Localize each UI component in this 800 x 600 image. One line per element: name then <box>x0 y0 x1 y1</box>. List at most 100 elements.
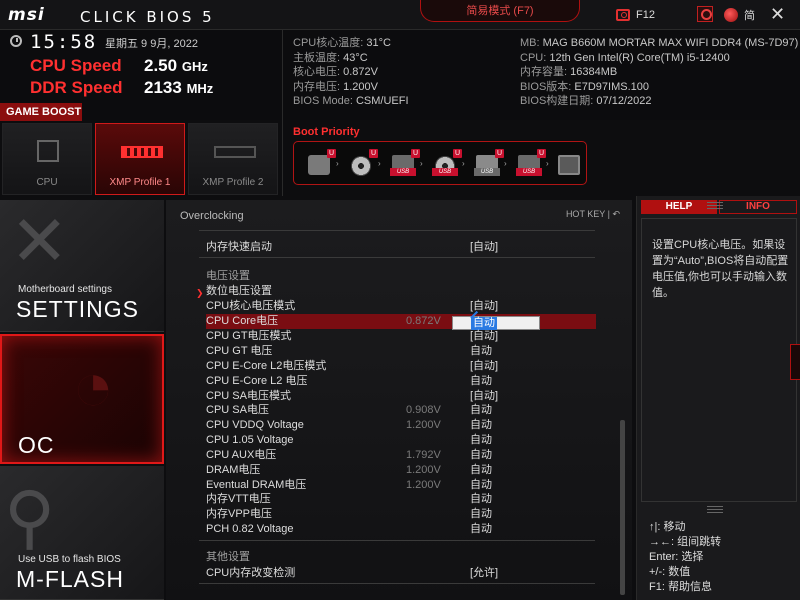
language-label: 简 <box>744 10 755 22</box>
setting-row[interactable]: CPU AUX电压 1.792V 自动 <box>206 448 596 463</box>
arrow-icon: › <box>336 159 339 168</box>
uefi-badge: U <box>327 149 336 158</box>
boot-priority-bar: U › U › USB U › USB U › USB U › USB U › <box>293 141 587 185</box>
memory-module-icon <box>214 146 256 158</box>
key-hint: ↑|: 移动 <box>649 521 686 533</box>
sysinfo-line: 内存容量: 16384MB <box>520 66 618 78</box>
language-button[interactable]: 简 <box>724 7 755 23</box>
nav-oc[interactable]: ◔ OC <box>0 334 164 464</box>
setting-row[interactable]: CPU核心电压模式 [自动] <box>206 299 596 314</box>
setting-row[interactable]: CPU GT 电压 自动 <box>206 344 596 359</box>
setting-row[interactable]: CPU SA电压 0.908V 自动 <box>206 403 596 418</box>
submenu-row[interactable]: 数位电压设置 <box>206 284 596 299</box>
key-hint: F1: 帮助信息 <box>649 581 712 593</box>
game-boost-xmp2[interactable]: XMP Profile 2 <box>188 123 278 195</box>
setting-row[interactable]: DRAM电压 1.200V 自动 <box>206 463 596 478</box>
status-area: 15:58 星期五 9 9月, 2022 CPU Speed 2.50 GHz … <box>0 30 800 196</box>
ddr-speed-label: DDR Speed <box>30 78 123 97</box>
bios-title: CLICK BIOS 5 <box>80 8 215 26</box>
setting-row[interactable]: Eventual DRAM电压 1.200V 自动 <box>206 478 596 493</box>
tab-info[interactable]: INFO <box>719 200 797 214</box>
boot-device-hdd[interactable]: U <box>306 149 336 177</box>
boot-device-usb-key[interactable]: USB U <box>474 149 504 177</box>
usb-tag: USB <box>516 168 542 176</box>
uefi-badge: U <box>537 149 546 158</box>
system-info-left: CPU核心温度: 31°C 主板温度: 43°C 核心电压: 0.872V 内存… <box>293 36 409 109</box>
divider <box>199 583 595 584</box>
nav-settings-label: SETTINGS <box>16 296 140 322</box>
cpu-chip-icon <box>37 140 59 162</box>
grip-icon <box>707 202 723 203</box>
top-bar: msi CLICK BIOS 5 简易模式 (F7) F12 简 ✕ <box>0 0 800 30</box>
divider <box>199 257 595 258</box>
sysinfo-line: 内存电压: 1.200V <box>293 80 378 93</box>
setting-row[interactable]: 内存快速启动 [自动] <box>206 240 596 255</box>
screenshot-button[interactable]: F12 <box>616 7 655 23</box>
side-panel-handle[interactable] <box>790 344 800 380</box>
setting-row[interactable]: PCH 0.82 Voltage 自动 <box>206 522 596 537</box>
camera-icon <box>616 9 630 21</box>
tools-icon: ✕ <box>10 202 69 280</box>
boot-priority-title: Boot Priority <box>293 126 360 138</box>
uefi-badge: U <box>453 149 462 158</box>
arrow-icon: › <box>462 159 465 168</box>
game-boost-cpu[interactable]: CPU <box>2 123 92 195</box>
close-icon[interactable]: ✕ <box>770 4 785 24</box>
tab-help[interactable]: HELP <box>641 200 717 214</box>
submenu-arrow-icon: ❯ <box>196 288 204 298</box>
setting-row[interactable]: CPU SA电压模式 [自动] <box>206 389 596 404</box>
setting-row[interactable]: CPU E-Core L2电压模式 [自动] <box>206 359 596 374</box>
arrow-icon: › <box>504 159 507 168</box>
boot-device-usb-floppy[interactable]: USB U <box>516 149 546 177</box>
setting-row[interactable]: CPU VDDQ Voltage 1.200V 自动 <box>206 418 596 433</box>
cpu-speed-value: 2.50 GHz <box>144 56 208 75</box>
hotkey-button[interactable]: HOT KEY | ↶ <box>566 209 620 220</box>
usb-tag: USB <box>432 168 458 176</box>
uefi-badge: U <box>369 149 378 158</box>
game-boost-xmp1[interactable]: XMP Profile 1 <box>95 123 185 195</box>
setting-row[interactable]: 内存VTT电压 自动 <box>206 492 596 507</box>
setting-row[interactable]: 内存VPP电压 自动 <box>206 507 596 522</box>
setting-row[interactable]: CPU GT电压模式 [自动] <box>206 329 596 344</box>
msi-logo: msi <box>8 5 45 25</box>
sysinfo-line: BIOS版本: E7D97IMS.100 <box>520 80 650 93</box>
nav-settings[interactable]: ✕ Motherboard settings SETTINGS <box>0 200 164 332</box>
setting-row[interactable]: CPU 1.05 Voltage 自动 <box>206 433 596 448</box>
screenshot-key-label: F12 <box>636 9 655 21</box>
boot-device-network[interactable] <box>556 149 582 177</box>
tile-label: XMP Profile 1 <box>109 177 171 188</box>
scrollbar[interactable] <box>620 420 625 595</box>
cpu-speed-label: CPU Speed <box>30 56 122 75</box>
nav-mflash[interactable]: ⚲ Use USB to flash BIOS M-FLASH <box>0 466 164 600</box>
nav-mflash-label: M-FLASH <box>16 566 124 592</box>
memory-module-icon <box>121 146 163 158</box>
sysinfo-line: CPU核心温度: 31°C <box>293 37 391 49</box>
boot-device-disc[interactable]: U <box>348 149 378 177</box>
boot-device-usb-disc[interactable]: USB U <box>432 149 462 177</box>
sysinfo-line: 主板温度: 43°C <box>293 51 368 64</box>
disc-icon <box>351 156 371 176</box>
system-info-right: MB: MAG B660M MORTAR MAX WIFI DDR4 (MS-7… <box>520 36 798 109</box>
nav-oc-label: OC <box>18 432 55 458</box>
search-icon[interactable] <box>697 6 713 22</box>
nav-settings-sub: Motherboard settings <box>18 284 112 295</box>
setting-row[interactable]: CPU内存改变检测 [允许] <box>206 566 596 581</box>
voltage-input[interactable]: 自动 <box>452 310 540 330</box>
uefi-badge: U <box>411 149 420 158</box>
help-text: 设置CPU核心电压。如果设置为“Auto”,BIOS将自动配置电压值,你也可以手… <box>652 239 789 299</box>
section-header: 其他设置 <box>206 551 250 563</box>
sysinfo-line: MB: MAG B660M MORTAR MAX WIFI DDR4 (MS-7… <box>520 37 799 49</box>
arrow-icon: › <box>378 159 381 168</box>
setting-row[interactable]: CPU E-Core L2 电压 自动 <box>206 374 596 389</box>
game-boost-label: GAME BOOST <box>0 103 82 121</box>
globe-icon <box>724 8 738 22</box>
nav-mflash-sub: Use USB to flash BIOS <box>18 554 121 565</box>
network-icon <box>558 155 580 175</box>
divider <box>199 230 595 231</box>
clock-time: 15:58 <box>30 31 98 53</box>
grip-icon[interactable] <box>707 506 723 507</box>
easy-mode-button[interactable]: 简易模式 (F7) <box>420 0 580 22</box>
usb-tag: USB <box>474 168 500 176</box>
sysinfo-line: 核心电压: 0.872V <box>293 66 378 78</box>
boot-device-usb[interactable]: USB U <box>390 149 420 177</box>
